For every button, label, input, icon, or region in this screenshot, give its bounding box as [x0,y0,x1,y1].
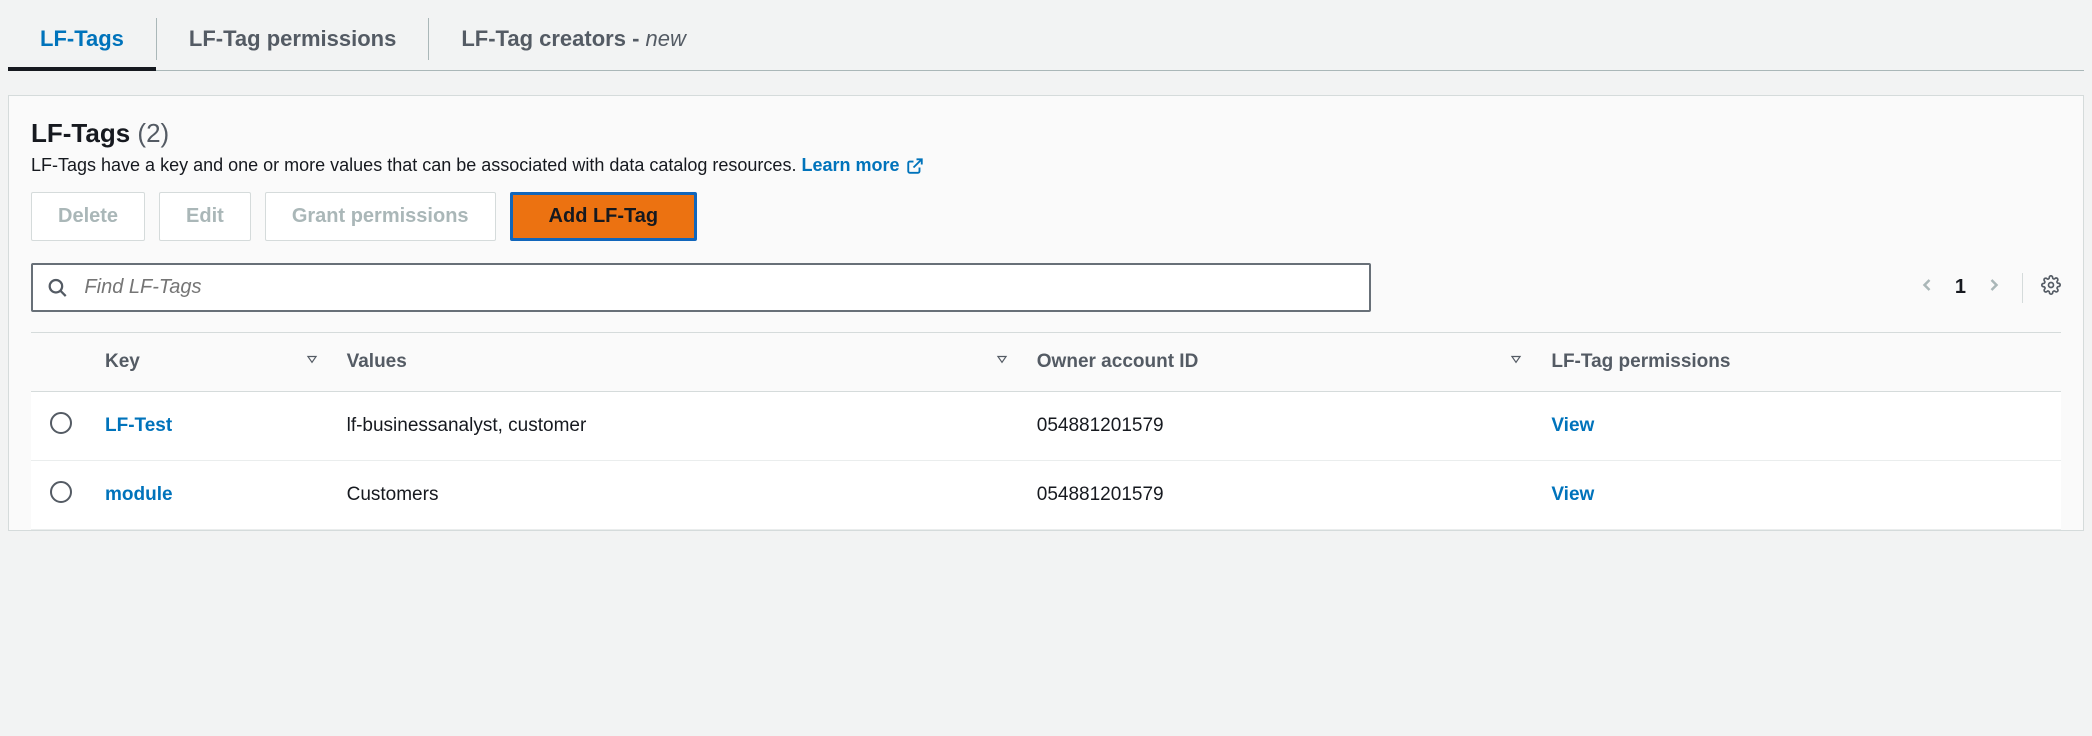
search-row: 1 [31,263,2061,312]
tab-lf-tags[interactable]: LF-Tags [8,8,156,70]
column-values[interactable]: Values [333,333,1023,392]
learn-more-label: Learn more [801,155,899,176]
prev-page-button[interactable] [1917,275,1937,300]
column-key[interactable]: Key [91,333,333,392]
filter-icon[interactable] [305,351,319,373]
chevron-left-icon [1917,275,1937,295]
column-owner[interactable]: Owner account ID [1023,333,1538,392]
panel-title-text: LF-Tags [31,118,130,148]
gear-icon [2041,275,2061,295]
new-badge: new [646,26,686,51]
row-permissions-link[interactable]: View [1551,484,1594,505]
table-row: module Customers 054881201579 View [31,461,2061,530]
grant-permissions-button[interactable]: Grant permissions [265,192,496,241]
next-page-button[interactable] [1984,275,2004,300]
row-permissions-link[interactable]: View [1551,415,1594,436]
column-key-label: Key [105,351,140,373]
column-select [31,333,91,392]
tab-lf-tag-creators[interactable]: LF-Tag creators - new [429,8,718,70]
filter-icon[interactable] [1509,351,1523,373]
row-key-link[interactable]: LF-Test [105,415,172,436]
chevron-right-icon [1984,275,2004,295]
external-link-icon [906,157,924,175]
pager-divider [2022,273,2023,303]
search-input[interactable] [82,275,1354,300]
tab-lf-tag-permissions[interactable]: LF-Tag permissions [157,8,428,70]
row-select-radio[interactable] [50,481,72,503]
delete-button[interactable]: Delete [31,192,145,241]
lf-tags-table: Key Values Owner account ID [31,332,2061,530]
row-values: Customers [333,461,1023,530]
table-row: LF-Test lf-businessanalyst, customer 054… [31,392,2061,461]
column-permissions: LF-Tag permissions [1537,333,2061,392]
column-permissions-label: LF-Tag permissions [1551,351,1730,372]
column-values-label: Values [347,351,407,373]
add-lf-tag-button[interactable]: Add LF-Tag [510,192,698,241]
column-owner-label: Owner account ID [1037,351,1199,373]
panel-count: (2) [137,118,169,148]
tabs: LF-Tags LF-Tag permissions LF-Tag creato… [8,8,2084,71]
learn-more-link[interactable]: Learn more [801,155,923,176]
filter-icon[interactable] [995,351,1009,373]
panel-desc-text: LF-Tags have a key and one or more value… [31,155,796,175]
panel-title: LF-Tags (2) [31,118,2061,149]
row-owner: 054881201579 [1023,392,1538,461]
search-icon [47,277,68,299]
lf-tags-panel: LF-Tags (2) LF-Tags have a key and one o… [8,95,2084,531]
tab-label: LF-Tag creators - [461,26,645,51]
row-values: lf-businessanalyst, customer [333,392,1023,461]
edit-button[interactable]: Edit [159,192,251,241]
panel-description: LF-Tags have a key and one or more value… [31,155,2061,176]
toolbar: Delete Edit Grant permissions Add LF-Tag [31,192,2061,241]
search-box[interactable] [31,263,1371,312]
page-number: 1 [1955,276,1966,299]
pagination: 1 [1917,273,2061,303]
row-key-link[interactable]: module [105,484,173,505]
row-select-radio[interactable] [50,412,72,434]
settings-button[interactable] [2041,275,2061,300]
row-owner: 054881201579 [1023,461,1538,530]
